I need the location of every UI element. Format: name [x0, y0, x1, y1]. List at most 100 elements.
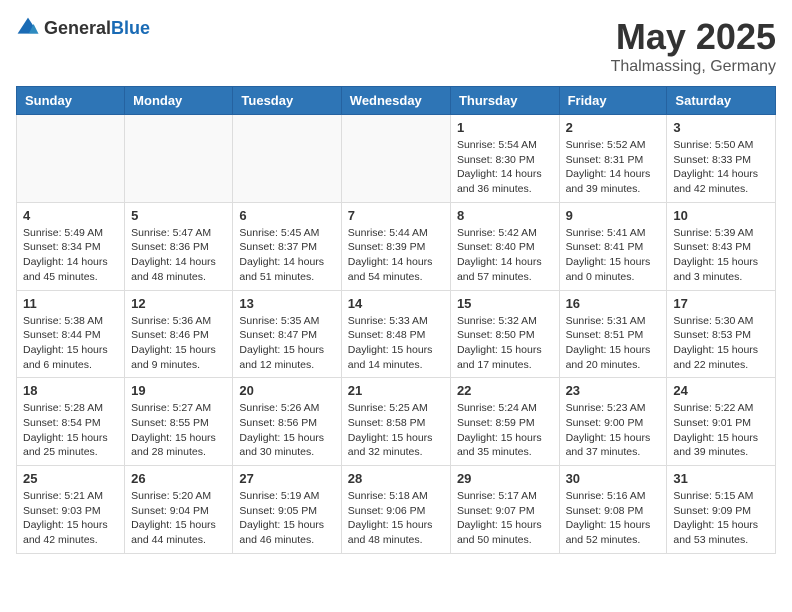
weekday-header-thursday: Thursday: [450, 87, 559, 115]
calendar-week-4: 18 Sunrise: 5:28 AM Sunset: 8:54 PM Dayli…: [17, 378, 776, 466]
day-info: Sunrise: 5:25 AM Sunset: 8:58 PM Dayligh…: [348, 401, 444, 460]
day-info: Sunrise: 5:22 AM Sunset: 9:01 PM Dayligh…: [673, 401, 769, 460]
day-info: Sunrise: 5:17 AM Sunset: 9:07 PM Dayligh…: [457, 489, 553, 548]
day-number: 5: [131, 208, 226, 223]
day-number: 29: [457, 471, 553, 486]
day-number: 31: [673, 471, 769, 486]
day-info: Sunrise: 5:28 AM Sunset: 8:54 PM Dayligh…: [23, 401, 118, 460]
weekday-header-sunday: Sunday: [17, 87, 125, 115]
day-info: Sunrise: 5:19 AM Sunset: 9:05 PM Dayligh…: [239, 489, 334, 548]
logo: GeneralBlue: [16, 16, 150, 40]
calendar-cell: [341, 115, 450, 203]
calendar-cell: [233, 115, 341, 203]
day-number: 11: [23, 296, 118, 311]
calendar-week-3: 11 Sunrise: 5:38 AM Sunset: 8:44 PM Dayli…: [17, 290, 776, 378]
calendar-cell: 14 Sunrise: 5:33 AM Sunset: 8:48 PM Dayli…: [341, 290, 450, 378]
day-number: 30: [566, 471, 661, 486]
calendar-cell: 23Sunrise: 5:23 AM Sunset: 9:00 PM Dayli…: [559, 378, 667, 466]
day-info: Sunrise: 5:52 AM Sunset: 8:31 PM Dayligh…: [566, 138, 661, 197]
day-info: Sunrise: 5:21 AM Sunset: 9:03 PM Dayligh…: [23, 489, 118, 548]
day-info: Sunrise: 5:18 AM Sunset: 9:06 PM Dayligh…: [348, 489, 444, 548]
calendar-cell: 5 Sunrise: 5:47 AM Sunset: 8:36 PM Daylig…: [125, 202, 233, 290]
day-number: 12: [131, 296, 226, 311]
calendar-cell: 15 Sunrise: 5:32 AM Sunset: 8:50 PM Dayli…: [450, 290, 559, 378]
calendar-cell: 29 Sunrise: 5:17 AM Sunset: 9:07 PM Dayli…: [450, 466, 559, 554]
logo-text-blue: Blue: [111, 18, 150, 38]
day-number: 4: [23, 208, 118, 223]
day-info: Sunrise: 5:47 AM Sunset: 8:36 PM Dayligh…: [131, 226, 226, 285]
calendar-table: SundayMondayTuesdayWednesdayThursdayFrid…: [16, 86, 776, 554]
day-info: Sunrise: 5:50 AM Sunset: 8:33 PM Dayligh…: [673, 138, 769, 197]
calendar-cell: 19Sunrise: 5:27 AM Sunset: 8:55 PM Dayli…: [125, 378, 233, 466]
day-info: Sunrise: 5:24 AM Sunset: 8:59 PM Dayligh…: [457, 401, 553, 460]
day-number: 27: [239, 471, 334, 486]
calendar-cell: 18 Sunrise: 5:28 AM Sunset: 8:54 PM Dayli…: [17, 378, 125, 466]
weekday-header-monday: Monday: [125, 87, 233, 115]
day-number: 6: [239, 208, 334, 223]
calendar-cell: 31Sunrise: 5:15 AM Sunset: 9:09 PM Dayli…: [667, 466, 776, 554]
calendar-cell: 13 Sunrise: 5:35 AM Sunset: 8:47 PM Dayli…: [233, 290, 341, 378]
title-month: May 2025: [611, 16, 776, 58]
day-number: 24: [673, 383, 769, 398]
day-info: Sunrise: 5:36 AM Sunset: 8:46 PM Dayligh…: [131, 314, 226, 373]
day-info: Sunrise: 5:45 AM Sunset: 8:37 PM Dayligh…: [239, 226, 334, 285]
calendar-cell: 24 Sunrise: 5:22 AM Sunset: 9:01 PM Dayli…: [667, 378, 776, 466]
day-info: Sunrise: 5:16 AM Sunset: 9:08 PM Dayligh…: [566, 489, 661, 548]
day-number: 17: [673, 296, 769, 311]
calendar-cell: 7Sunrise: 5:44 AM Sunset: 8:39 PM Daylig…: [341, 202, 450, 290]
day-number: 1: [457, 120, 553, 135]
calendar-cell: 11 Sunrise: 5:38 AM Sunset: 8:44 PM Dayli…: [17, 290, 125, 378]
day-number: 23: [566, 383, 661, 398]
weekday-header-friday: Friday: [559, 87, 667, 115]
calendar-cell: 9 Sunrise: 5:41 AM Sunset: 8:41 PM Daylig…: [559, 202, 667, 290]
calendar-cell: 28Sunrise: 5:18 AM Sunset: 9:06 PM Dayli…: [341, 466, 450, 554]
day-info: Sunrise: 5:42 AM Sunset: 8:40 PM Dayligh…: [457, 226, 553, 285]
weekday-header-saturday: Saturday: [667, 87, 776, 115]
day-info: Sunrise: 5:32 AM Sunset: 8:50 PM Dayligh…: [457, 314, 553, 373]
calendar-week-1: 1 Sunrise: 5:54 AM Sunset: 8:30 PM Daylig…: [17, 115, 776, 203]
day-number: 3: [673, 120, 769, 135]
calendar-cell: 26 Sunrise: 5:20 AM Sunset: 9:04 PM Dayli…: [125, 466, 233, 554]
calendar-cell: 27 Sunrise: 5:19 AM Sunset: 9:05 PM Dayli…: [233, 466, 341, 554]
day-info: Sunrise: 5:33 AM Sunset: 8:48 PM Dayligh…: [348, 314, 444, 373]
day-info: Sunrise: 5:39 AM Sunset: 8:43 PM Dayligh…: [673, 226, 769, 285]
day-number: 13: [239, 296, 334, 311]
calendar-cell: 1 Sunrise: 5:54 AM Sunset: 8:30 PM Daylig…: [450, 115, 559, 203]
weekday-header-tuesday: Tuesday: [233, 87, 341, 115]
calendar-cell: 21Sunrise: 5:25 AM Sunset: 8:58 PM Dayli…: [341, 378, 450, 466]
day-number: 15: [457, 296, 553, 311]
day-number: 10: [673, 208, 769, 223]
day-info: Sunrise: 5:26 AM Sunset: 8:56 PM Dayligh…: [239, 401, 334, 460]
day-number: 14: [348, 296, 444, 311]
calendar-cell: 17 Sunrise: 5:30 AM Sunset: 8:53 PM Dayli…: [667, 290, 776, 378]
calendar-cell: 4 Sunrise: 5:49 AM Sunset: 8:34 PM Daylig…: [17, 202, 125, 290]
day-number: 18: [23, 383, 118, 398]
calendar-cell: 30 Sunrise: 5:16 AM Sunset: 9:08 PM Dayli…: [559, 466, 667, 554]
title-location: Thalmassing, Germany: [611, 58, 776, 76]
weekday-header-wednesday: Wednesday: [341, 87, 450, 115]
calendar-cell: 2 Sunrise: 5:52 AM Sunset: 8:31 PM Daylig…: [559, 115, 667, 203]
day-info: Sunrise: 5:54 AM Sunset: 8:30 PM Dayligh…: [457, 138, 553, 197]
day-info: Sunrise: 5:20 AM Sunset: 9:04 PM Dayligh…: [131, 489, 226, 548]
day-number: 19: [131, 383, 226, 398]
calendar-cell: [125, 115, 233, 203]
calendar-week-5: 25Sunrise: 5:21 AM Sunset: 9:03 PM Dayli…: [17, 466, 776, 554]
day-info: Sunrise: 5:41 AM Sunset: 8:41 PM Dayligh…: [566, 226, 661, 285]
day-number: 20: [239, 383, 334, 398]
day-info: Sunrise: 5:38 AM Sunset: 8:44 PM Dayligh…: [23, 314, 118, 373]
logo-icon: [16, 16, 40, 40]
day-info: Sunrise: 5:49 AM Sunset: 8:34 PM Dayligh…: [23, 226, 118, 285]
day-info: Sunrise: 5:30 AM Sunset: 8:53 PM Dayligh…: [673, 314, 769, 373]
day-info: Sunrise: 5:31 AM Sunset: 8:51 PM Dayligh…: [566, 314, 661, 373]
day-info: Sunrise: 5:44 AM Sunset: 8:39 PM Dayligh…: [348, 226, 444, 285]
day-number: 2: [566, 120, 661, 135]
calendar-week-2: 4 Sunrise: 5:49 AM Sunset: 8:34 PM Daylig…: [17, 202, 776, 290]
day-number: 9: [566, 208, 661, 223]
calendar-cell: 12 Sunrise: 5:36 AM Sunset: 8:46 PM Dayli…: [125, 290, 233, 378]
day-info: Sunrise: 5:35 AM Sunset: 8:47 PM Dayligh…: [239, 314, 334, 373]
calendar-cell: 25Sunrise: 5:21 AM Sunset: 9:03 PM Dayli…: [17, 466, 125, 554]
day-number: 26: [131, 471, 226, 486]
page-header: GeneralBlue May 2025 Thalmassing, German…: [16, 16, 776, 76]
calendar-cell: 22Sunrise: 5:24 AM Sunset: 8:59 PM Dayli…: [450, 378, 559, 466]
calendar-cell: 3 Sunrise: 5:50 AM Sunset: 8:33 PM Daylig…: [667, 115, 776, 203]
